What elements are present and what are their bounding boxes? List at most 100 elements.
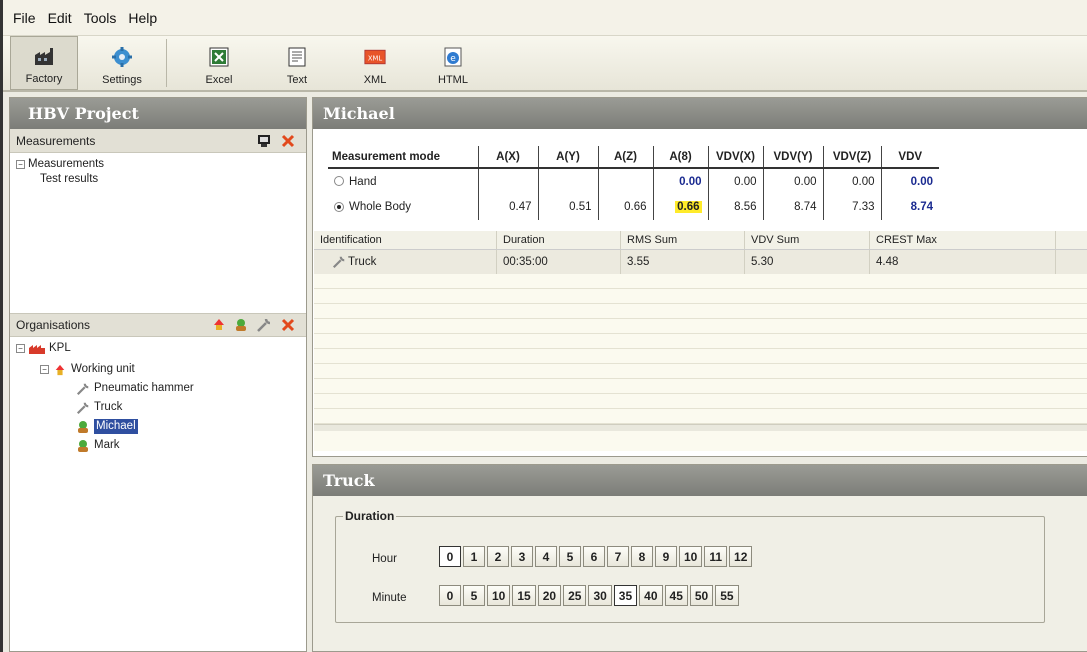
svg-text:XML: XML xyxy=(368,54,382,62)
col-vdvy: VDV(Y) xyxy=(762,146,823,169)
cell xyxy=(537,168,598,194)
col-vdvx: VDV(X) xyxy=(707,146,763,169)
toolbar-separator xyxy=(166,39,167,87)
hour-button[interactable]: 9 xyxy=(655,546,677,567)
menu-help[interactable]: Help xyxy=(128,10,157,26)
table-row[interactable]: Truck 00:35:00 3.55 5.30 4.48 xyxy=(314,250,1087,274)
settings-button[interactable]: Settings xyxy=(88,36,156,90)
tree-mark[interactable]: Mark xyxy=(16,438,300,453)
menu-edit[interactable]: Edit xyxy=(48,10,72,26)
col-vdvz: VDV(Z) xyxy=(822,146,881,169)
hour-button[interactable]: 0 xyxy=(439,546,461,567)
radio-icon xyxy=(334,176,344,187)
tree-pneumatic-hammer[interactable]: Pneumatic hammer xyxy=(16,381,300,396)
duration-legend: Duration xyxy=(343,509,397,523)
col-identification[interactable]: Identification xyxy=(314,231,497,249)
hour-button[interactable]: 1 xyxy=(463,546,485,567)
tree-kpl[interactable]: − KPL xyxy=(16,341,300,356)
tree-label: Mark xyxy=(94,439,120,451)
menu-tools[interactable]: Tools xyxy=(84,10,117,26)
hour-button[interactable]: 7 xyxy=(607,546,629,567)
mode-label: Hand xyxy=(349,175,377,188)
cell: 0.00 xyxy=(762,168,823,194)
minute-button[interactable]: 35 xyxy=(613,585,638,606)
add-tool-icon[interactable] xyxy=(256,317,272,333)
hour-label: Hour xyxy=(372,553,397,565)
tool-icon xyxy=(332,256,345,269)
hour-button[interactable]: 4 xyxy=(535,546,557,567)
empty-row xyxy=(314,304,1087,319)
collapse-icon[interactable]: − xyxy=(40,365,49,374)
hour-button[interactable]: 5 xyxy=(559,546,581,567)
add-unit-icon[interactable] xyxy=(212,318,226,332)
organisations-label: Organisations xyxy=(16,318,91,332)
text-label: Text xyxy=(286,74,308,86)
tree-working-unit[interactable]: − Working unit xyxy=(16,362,300,377)
add-person-icon[interactable] xyxy=(234,318,248,332)
col-vdv-sum[interactable]: VDV Sum xyxy=(745,231,870,249)
minute-button[interactable]: 10 xyxy=(487,585,511,606)
hour-button[interactable]: 11 xyxy=(704,546,728,567)
minute-button[interactable]: 30 xyxy=(588,585,612,606)
project-title: HBV Project xyxy=(10,98,306,129)
collapse-icon[interactable]: − xyxy=(16,344,25,353)
delete-measurement-icon[interactable] xyxy=(280,133,296,149)
minute-button[interactable]: 40 xyxy=(639,585,663,606)
tree-truck[interactable]: Truck xyxy=(16,400,300,415)
truck-panel: Truck Duration Hour 0 1 2 3 4 5 6 7 8 9 … xyxy=(312,464,1087,652)
html-icon: e xyxy=(442,46,464,68)
cell: 0.00 xyxy=(707,168,763,194)
minute-button[interactable]: 5 xyxy=(463,585,485,606)
cell-vdv-sum: 5.30 xyxy=(745,250,870,274)
empty-row xyxy=(314,349,1087,364)
horizontal-scrollbar[interactable] xyxy=(314,424,1087,431)
cell: 0.00 xyxy=(880,168,939,194)
text-button[interactable]: Text xyxy=(263,36,331,90)
minute-button[interactable]: 0 xyxy=(439,585,461,606)
hour-button[interactable]: 6 xyxy=(583,546,605,567)
col-ay: A(Y) xyxy=(537,146,598,169)
cell: 0.47 xyxy=(477,194,538,220)
minute-button[interactable]: 55 xyxy=(715,585,739,606)
col-measurement-mode: Measurement mode xyxy=(328,146,478,169)
tree-michael[interactable]: Michael xyxy=(16,419,300,434)
xml-button[interactable]: XML XML xyxy=(341,36,409,90)
cell: 0.00 xyxy=(652,168,708,194)
hour-button[interactable]: 10 xyxy=(679,546,703,567)
empty-row xyxy=(314,379,1087,394)
hour-button[interactable]: 3 xyxy=(511,546,533,567)
row-whole-body: Whole Body 0.47 0.51 0.66 0.66 8.56 8.74… xyxy=(328,194,939,220)
svg-text:e: e xyxy=(450,54,456,64)
usb-icon[interactable] xyxy=(256,133,272,149)
hour-button[interactable]: 2 xyxy=(487,546,509,567)
html-button[interactable]: e HTML xyxy=(419,36,487,90)
text-icon xyxy=(286,46,308,68)
empty-row xyxy=(314,409,1087,424)
hour-button[interactable]: 8 xyxy=(631,546,653,567)
minute-button[interactable]: 20 xyxy=(537,585,562,606)
hand-radio[interactable]: Hand xyxy=(328,168,478,194)
person-title: Michael xyxy=(313,98,1087,129)
minute-button[interactable]: 25 xyxy=(563,585,587,606)
toolbar: Factory Settings Excel Text XML XML e HT… xyxy=(3,36,1087,92)
minute-button[interactable]: 50 xyxy=(689,585,714,606)
col-crest-max[interactable]: CREST Max xyxy=(870,231,1056,249)
hour-button[interactable]: 12 xyxy=(729,546,753,567)
tree-measurements-root[interactable]: − Measurements xyxy=(16,157,300,172)
organisations-tree: − KPL − Working unit Pneumatic hammer Tr… xyxy=(10,337,306,457)
whole-body-radio[interactable]: Whole Body xyxy=(328,194,478,220)
excel-button[interactable]: Excel xyxy=(185,36,253,90)
tree-test-results[interactable]: Test results xyxy=(16,172,300,187)
empty-row xyxy=(314,394,1087,409)
menu-file[interactable]: File xyxy=(13,10,36,26)
col-a8: A(8) xyxy=(652,146,708,169)
col-rms-sum[interactable]: RMS Sum xyxy=(621,231,745,249)
collapse-icon[interactable]: − xyxy=(16,160,25,169)
minute-button[interactable]: 45 xyxy=(664,585,688,606)
factory-button[interactable]: Factory xyxy=(10,36,78,90)
empty-row xyxy=(314,289,1087,304)
delete-org-icon[interactable] xyxy=(280,317,296,333)
minute-button[interactable]: 15 xyxy=(512,585,536,606)
empty-row xyxy=(314,274,1087,289)
col-duration[interactable]: Duration xyxy=(497,231,621,249)
